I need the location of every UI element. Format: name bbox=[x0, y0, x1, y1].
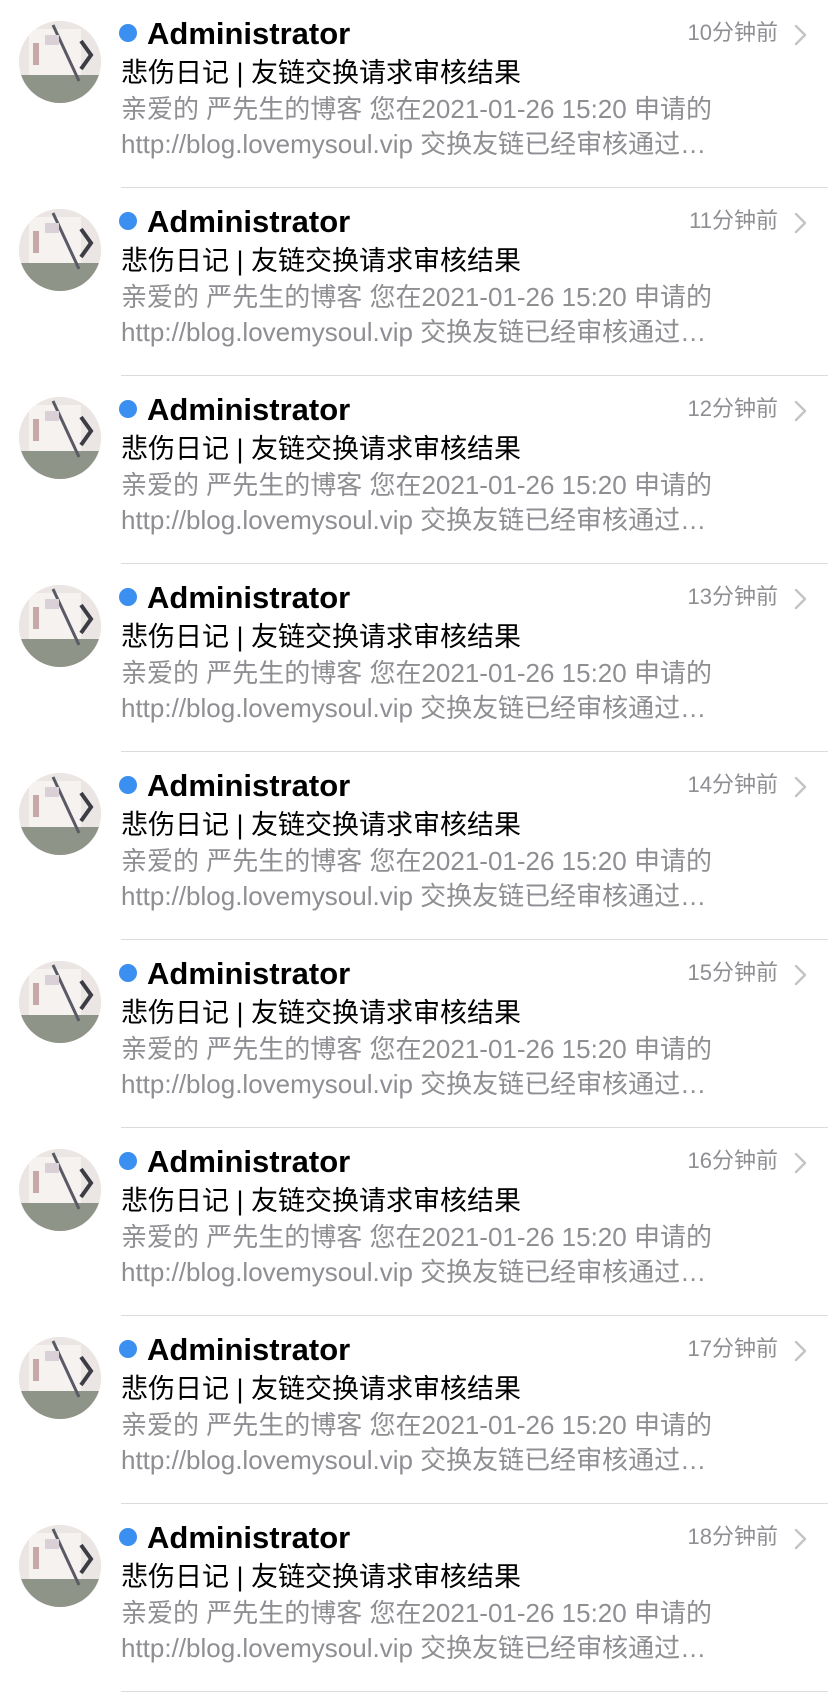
unread-dot-icon bbox=[119, 1528, 137, 1546]
preview-line-2: http://blog.lovemysoul.vip 交换友链已经审核通过… bbox=[121, 881, 707, 911]
sender-name: Administrator bbox=[147, 1332, 351, 1367]
preview-line-2: http://blog.lovemysoul.vip 交换友链已经审核通过… bbox=[121, 1257, 707, 1287]
mail-subject: 悲伤日记 | 友链交换请求审核结果 bbox=[121, 58, 522, 88]
preview-line-2: http://blog.lovemysoul.vip 交换友链已经审核通过… bbox=[121, 693, 707, 723]
unread-dot-icon bbox=[119, 964, 137, 982]
mail-preview: 亲爱的 严先生的博客 您在2021-01-26 15:20 申请的 http:/… bbox=[121, 1220, 781, 1290]
mail-list-item[interactable]: Administrator 11分钟前 悲伤日记 | 友链交换请求审核结果 亲爱… bbox=[0, 188, 828, 376]
mail-subject: 悲伤日记 | 友链交换请求审核结果 bbox=[121, 1562, 522, 1592]
sender-avatar bbox=[19, 961, 101, 1043]
mail-subject: 悲伤日记 | 友链交换请求审核结果 bbox=[121, 1186, 522, 1216]
mail-subject: 悲伤日记 | 友链交换请求审核结果 bbox=[121, 434, 522, 464]
mail-list-item[interactable]: Administrator 10分钟前 悲伤日记 | 友链交换请求审核结果 亲爱… bbox=[0, 0, 828, 188]
mail-list-item[interactable]: Administrator 16分钟前 悲伤日记 | 友链交换请求审核结果 亲爱… bbox=[0, 1128, 828, 1316]
preview-line-2: http://blog.lovemysoul.vip 交换友链已经审核通过… bbox=[121, 1069, 707, 1099]
sender-avatar bbox=[19, 1149, 101, 1231]
mail-preview: 亲爱的 严先生的博客 您在2021-01-26 15:20 申请的 http:/… bbox=[121, 1596, 781, 1666]
chevron-right-icon bbox=[790, 1151, 810, 1175]
mail-list-item[interactable]: Administrator 14分钟前 悲伤日记 | 友链交换请求审核结果 亲爱… bbox=[0, 752, 828, 940]
preview-line-2: http://blog.lovemysoul.vip 交换友链已经审核通过… bbox=[121, 505, 707, 535]
preview-line-1: 亲爱的 严先生的博客 您在2021-01-26 15:20 申请的 bbox=[121, 1598, 712, 1628]
unread-dot-icon bbox=[119, 588, 137, 606]
preview-line-2: http://blog.lovemysoul.vip 交换友链已经审核通过… bbox=[121, 317, 707, 347]
mail-subject: 悲伤日记 | 友链交换请求审核结果 bbox=[121, 246, 522, 276]
sender-name: Administrator bbox=[147, 580, 351, 615]
mail-list-item[interactable]: Administrator 13分钟前 悲伤日记 | 友链交换请求审核结果 亲爱… bbox=[0, 564, 828, 752]
received-time: 17分钟前 bbox=[687, 1336, 778, 1361]
preview-line-1: 亲爱的 严先生的博客 您在2021-01-26 15:20 申请的 bbox=[121, 282, 712, 312]
mail-preview: 亲爱的 严先生的博客 您在2021-01-26 15:20 申请的 http:/… bbox=[121, 1408, 781, 1478]
mail-list-item[interactable]: Administrator 12分钟前 悲伤日记 | 友链交换请求审核结果 亲爱… bbox=[0, 376, 828, 564]
sender-avatar bbox=[19, 1525, 101, 1607]
mail-list: Administrator 10分钟前 悲伤日记 | 友链交换请求审核结果 亲爱… bbox=[0, 0, 828, 1692]
received-time: 10分钟前 bbox=[687, 20, 778, 45]
preview-line-1: 亲爱的 严先生的博客 您在2021-01-26 15:20 申请的 bbox=[121, 658, 712, 688]
mail-preview: 亲爱的 严先生的博客 您在2021-01-26 15:20 申请的 http:/… bbox=[121, 656, 781, 726]
chevron-right-icon bbox=[790, 23, 810, 47]
preview-line-1: 亲爱的 严先生的博客 您在2021-01-26 15:20 申请的 bbox=[121, 470, 712, 500]
sender-avatar bbox=[19, 773, 101, 855]
mail-preview: 亲爱的 严先生的博客 您在2021-01-26 15:20 申请的 http:/… bbox=[121, 468, 781, 538]
mail-preview: 亲爱的 严先生的博客 您在2021-01-26 15:20 申请的 http:/… bbox=[121, 280, 781, 350]
preview-line-1: 亲爱的 严先生的博客 您在2021-01-26 15:20 申请的 bbox=[121, 1034, 712, 1064]
mail-list-item[interactable]: Administrator 15分钟前 悲伤日记 | 友链交换请求审核结果 亲爱… bbox=[0, 940, 828, 1128]
sender-name: Administrator bbox=[147, 204, 351, 239]
sender-name: Administrator bbox=[147, 16, 351, 51]
sender-name: Administrator bbox=[147, 392, 351, 427]
mail-preview: 亲爱的 严先生的博客 您在2021-01-26 15:20 申请的 http:/… bbox=[121, 1032, 781, 1102]
received-time: 12分钟前 bbox=[687, 396, 778, 421]
mail-preview: 亲爱的 严先生的博客 您在2021-01-26 15:20 申请的 http:/… bbox=[121, 92, 781, 162]
unread-dot-icon bbox=[119, 776, 137, 794]
preview-line-1: 亲爱的 严先生的博客 您在2021-01-26 15:20 申请的 bbox=[121, 94, 712, 124]
sender-avatar bbox=[19, 21, 101, 103]
sender-name: Administrator bbox=[147, 1144, 351, 1179]
chevron-right-icon bbox=[790, 399, 810, 423]
mail-subject: 悲伤日记 | 友链交换请求审核结果 bbox=[121, 622, 522, 652]
received-time: 16分钟前 bbox=[687, 1148, 778, 1173]
received-time: 14分钟前 bbox=[687, 772, 778, 797]
preview-line-1: 亲爱的 严先生的博客 您在2021-01-26 15:20 申请的 bbox=[121, 846, 712, 876]
mail-subject: 悲伤日记 | 友链交换请求审核结果 bbox=[121, 998, 522, 1028]
preview-line-1: 亲爱的 严先生的博客 您在2021-01-26 15:20 申请的 bbox=[121, 1222, 712, 1252]
chevron-right-icon bbox=[790, 1339, 810, 1363]
unread-dot-icon bbox=[119, 24, 137, 42]
chevron-right-icon bbox=[790, 587, 810, 611]
unread-dot-icon bbox=[119, 1340, 137, 1358]
received-time: 13分钟前 bbox=[687, 584, 778, 609]
sender-name: Administrator bbox=[147, 768, 351, 803]
preview-line-1: 亲爱的 严先生的博客 您在2021-01-26 15:20 申请的 bbox=[121, 1410, 712, 1440]
unread-dot-icon bbox=[119, 1152, 137, 1170]
sender-name: Administrator bbox=[147, 1520, 351, 1555]
chevron-right-icon bbox=[790, 211, 810, 235]
sender-name: Administrator bbox=[147, 956, 351, 991]
chevron-right-icon bbox=[790, 775, 810, 799]
sender-avatar bbox=[19, 209, 101, 291]
mail-preview: 亲爱的 严先生的博客 您在2021-01-26 15:20 申请的 http:/… bbox=[121, 844, 781, 914]
unread-dot-icon bbox=[119, 400, 137, 418]
chevron-right-icon bbox=[790, 963, 810, 987]
preview-line-2: http://blog.lovemysoul.vip 交换友链已经审核通过… bbox=[121, 1633, 707, 1663]
mail-subject: 悲伤日记 | 友链交换请求审核结果 bbox=[121, 810, 522, 840]
mail-subject: 悲伤日记 | 友链交换请求审核结果 bbox=[121, 1374, 522, 1404]
received-time: 15分钟前 bbox=[687, 960, 778, 985]
sender-avatar bbox=[19, 585, 101, 667]
chevron-right-icon bbox=[790, 1527, 810, 1551]
mail-list-item[interactable]: Administrator 18分钟前 悲伤日记 | 友链交换请求审核结果 亲爱… bbox=[0, 1504, 828, 1692]
preview-line-2: http://blog.lovemysoul.vip 交换友链已经审核通过… bbox=[121, 1445, 707, 1475]
unread-dot-icon bbox=[119, 212, 137, 230]
sender-avatar bbox=[19, 397, 101, 479]
received-time: 11分钟前 bbox=[689, 208, 778, 233]
received-time: 18分钟前 bbox=[687, 1524, 778, 1549]
preview-line-2: http://blog.lovemysoul.vip 交换友链已经审核通过… bbox=[121, 129, 707, 159]
mail-list-item[interactable]: Administrator 17分钟前 悲伤日记 | 友链交换请求审核结果 亲爱… bbox=[0, 1316, 828, 1504]
sender-avatar bbox=[19, 1337, 101, 1419]
